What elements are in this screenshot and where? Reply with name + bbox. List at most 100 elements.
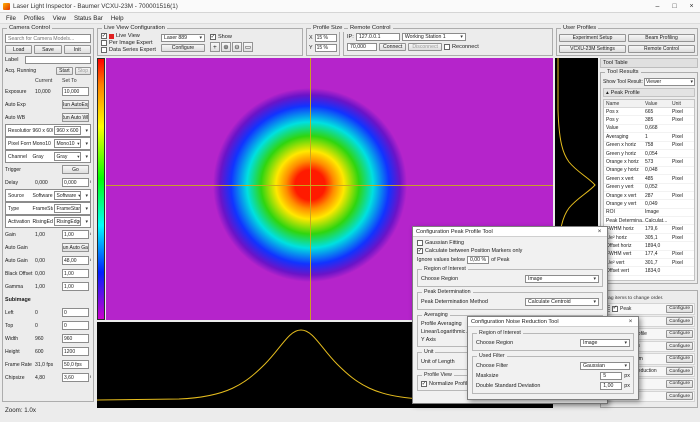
save-button[interactable]: Save	[34, 45, 61, 54]
result-row[interactable]: Orange y vert 0,049	[604, 200, 694, 208]
result-row[interactable]: 1/e² vert 301,7 Pixel	[604, 259, 694, 267]
disconnect-button[interactable]: Disconnect	[408, 43, 442, 51]
result-row[interactable]: Peak Determina... Calculat...	[604, 217, 694, 225]
profile-size-y-input[interactable]: 15 %	[315, 44, 337, 52]
param-set-control[interactable]	[62, 295, 89, 304]
connect-button[interactable]: Connect	[379, 43, 406, 51]
peak-determination-select[interactable]: Calculate Centroid	[525, 298, 599, 306]
param-set-control[interactable]: 960 x 600	[54, 126, 81, 135]
zoom-in-icon[interactable]: ⊕	[221, 42, 231, 52]
result-row[interactable]: 1/e² horiz 305,1 Pixel	[604, 234, 694, 242]
param-set-control[interactable]: 1,00	[62, 230, 89, 239]
close-button[interactable]: ×	[683, 0, 700, 13]
param-set-control[interactable]: Gray	[54, 152, 81, 161]
param-set-control[interactable]: 3,60	[62, 373, 89, 382]
minimize-button[interactable]: –	[649, 0, 666, 13]
choose-filter-select[interactable]: Gaussian	[580, 362, 630, 370]
param-set-control[interactable]: Mono10	[54, 139, 81, 148]
result-row[interactable]: Offset horiz 1894,0	[604, 242, 694, 250]
remote-control-button[interactable]: Remote Control	[628, 45, 695, 53]
show-tool-result-select[interactable]: Viewer	[644, 78, 695, 86]
crosshair-horizontal-line[interactable]	[106, 185, 553, 186]
param-set-control[interactable]: 50,0 fps	[62, 360, 89, 369]
peak-profile-section-header[interactable]: ▴ Peak Profile	[603, 88, 695, 97]
result-row[interactable]: Orange y horiz 0,048	[604, 167, 694, 175]
param-set-control[interactable]: 0	[62, 321, 89, 330]
menu-item[interactable]: View	[49, 15, 70, 22]
menu-item[interactable]: Help	[107, 15, 128, 22]
load-button[interactable]: Load	[5, 45, 32, 54]
result-row[interactable]: FWHM horiz 179,6 Pixel	[604, 225, 694, 233]
start-button[interactable]: Start	[56, 67, 73, 75]
choose-region-select[interactable]: Image	[525, 275, 599, 283]
configure-button[interactable]: Configure	[666, 367, 693, 375]
param-set-control[interactable]: 1200	[62, 347, 89, 356]
crosshair-icon[interactable]: +	[210, 42, 220, 52]
param-set-control[interactable]: 0,000	[62, 178, 89, 187]
param-set-control[interactable]: RisingEdge	[54, 217, 81, 226]
maximize-button[interactable]: □	[666, 0, 683, 13]
zoom-out-icon[interactable]: ⊖	[232, 42, 242, 52]
experiment-setup-button[interactable]: Experiment Setup	[559, 34, 626, 42]
param-set-control[interactable]: FrameStart	[54, 204, 81, 213]
nr-choose-region-select[interactable]: Image	[580, 339, 630, 347]
tool-execution-item[interactable]: Peak Configure	[603, 303, 695, 315]
profile-size-x-input[interactable]: 15 %	[315, 34, 337, 42]
param-set-control[interactable]: Software	[54, 191, 81, 200]
configure-button[interactable]: Configure	[666, 342, 693, 350]
beam-profiling-button[interactable]: Beam Profiling	[628, 34, 695, 42]
noise-dialog-title-bar[interactable]: Configuration Noise Reduction Tool ×	[468, 317, 638, 327]
masksize-input[interactable]: 5	[600, 372, 622, 380]
close-icon[interactable]: ×	[595, 228, 604, 235]
result-row[interactable]: Pos x 665 Pixel	[604, 108, 694, 116]
result-row[interactable]: Offset vert 1834,0	[604, 267, 694, 275]
result-row[interactable]: FWHM vert 177,4 Pixel	[604, 251, 694, 259]
result-row[interactable]: Green y vert 0,052	[604, 184, 694, 192]
result-row[interactable]: Orange x vert 287 Pixel	[604, 192, 694, 200]
result-row[interactable]: Value 0,668	[604, 125, 694, 133]
crosshair-vertical-line[interactable]	[310, 58, 311, 320]
calc-between-markers-checkbox[interactable]	[417, 248, 423, 254]
live-view-checkbox[interactable]	[101, 33, 107, 39]
camera-search-input[interactable]	[5, 34, 91, 43]
result-row[interactable]: Green x horiz 758 Pixel	[604, 142, 694, 150]
configure-button[interactable]: Configure	[666, 317, 693, 325]
menu-item[interactable]: Profiles	[20, 15, 49, 22]
collapse-icon[interactable]: ▴	[606, 90, 609, 96]
result-row[interactable]: Green y horiz 0,054	[604, 150, 694, 158]
result-row[interactable]: Green x vert 485 Pixel	[604, 175, 694, 183]
init-button[interactable]: Init	[64, 45, 91, 54]
result-row[interactable]: Pos y 385 Pixel	[604, 116, 694, 124]
reconnect-checkbox[interactable]	[444, 44, 450, 50]
param-set-control[interactable]: Run Auto Gain	[62, 243, 89, 252]
menu-item[interactable]: Status Bar	[70, 15, 107, 22]
param-set-control[interactable]: 1,00	[62, 282, 89, 291]
stop-button[interactable]: Stop	[75, 67, 91, 75]
param-set-control[interactable]: 960	[62, 334, 89, 343]
param-set-control[interactable]: Run Auto WB	[62, 113, 89, 122]
result-row[interactable]: ROI Image	[604, 209, 694, 217]
peak-dialog-title-bar[interactable]: Configuration Peak Profile Tool ×	[413, 227, 607, 237]
configure-button[interactable]: Configure	[666, 380, 693, 388]
label-input[interactable]	[25, 56, 91, 64]
configure-button[interactable]: Configure	[666, 355, 693, 363]
param-set-control[interactable]: 10,000	[62, 87, 89, 96]
param-set-control[interactable]: 0	[62, 308, 89, 317]
menu-item[interactable]: File	[2, 15, 20, 22]
gaussian-fitting-checkbox[interactable]	[417, 240, 423, 246]
port-input[interactable]: 70,000	[347, 43, 377, 51]
close-icon[interactable]: ×	[626, 318, 635, 325]
laser-select[interactable]: Laser 889	[161, 34, 205, 42]
configure-live-view-button[interactable]: Configure	[161, 44, 205, 52]
param-set-control[interactable]: Go	[62, 165, 89, 174]
param-set-control[interactable]: 48,00	[62, 256, 89, 265]
param-set-control[interactable]: Run AutoExp	[62, 100, 89, 109]
param-set-control[interactable]: 1,00	[62, 269, 89, 278]
normalize-profile-checkbox[interactable]	[421, 381, 427, 387]
show-checkbox[interactable]	[210, 34, 216, 40]
result-row[interactable]: Orange x horiz 573 Pixel	[604, 158, 694, 166]
tool-enabled-checkbox[interactable]	[612, 306, 618, 312]
zoom-fit-icon[interactable]: ▭	[243, 42, 253, 52]
camera-settings-button[interactable]: VCXU-23M Settings	[559, 45, 626, 53]
ip-input[interactable]: 127.0.0.1	[356, 33, 400, 41]
